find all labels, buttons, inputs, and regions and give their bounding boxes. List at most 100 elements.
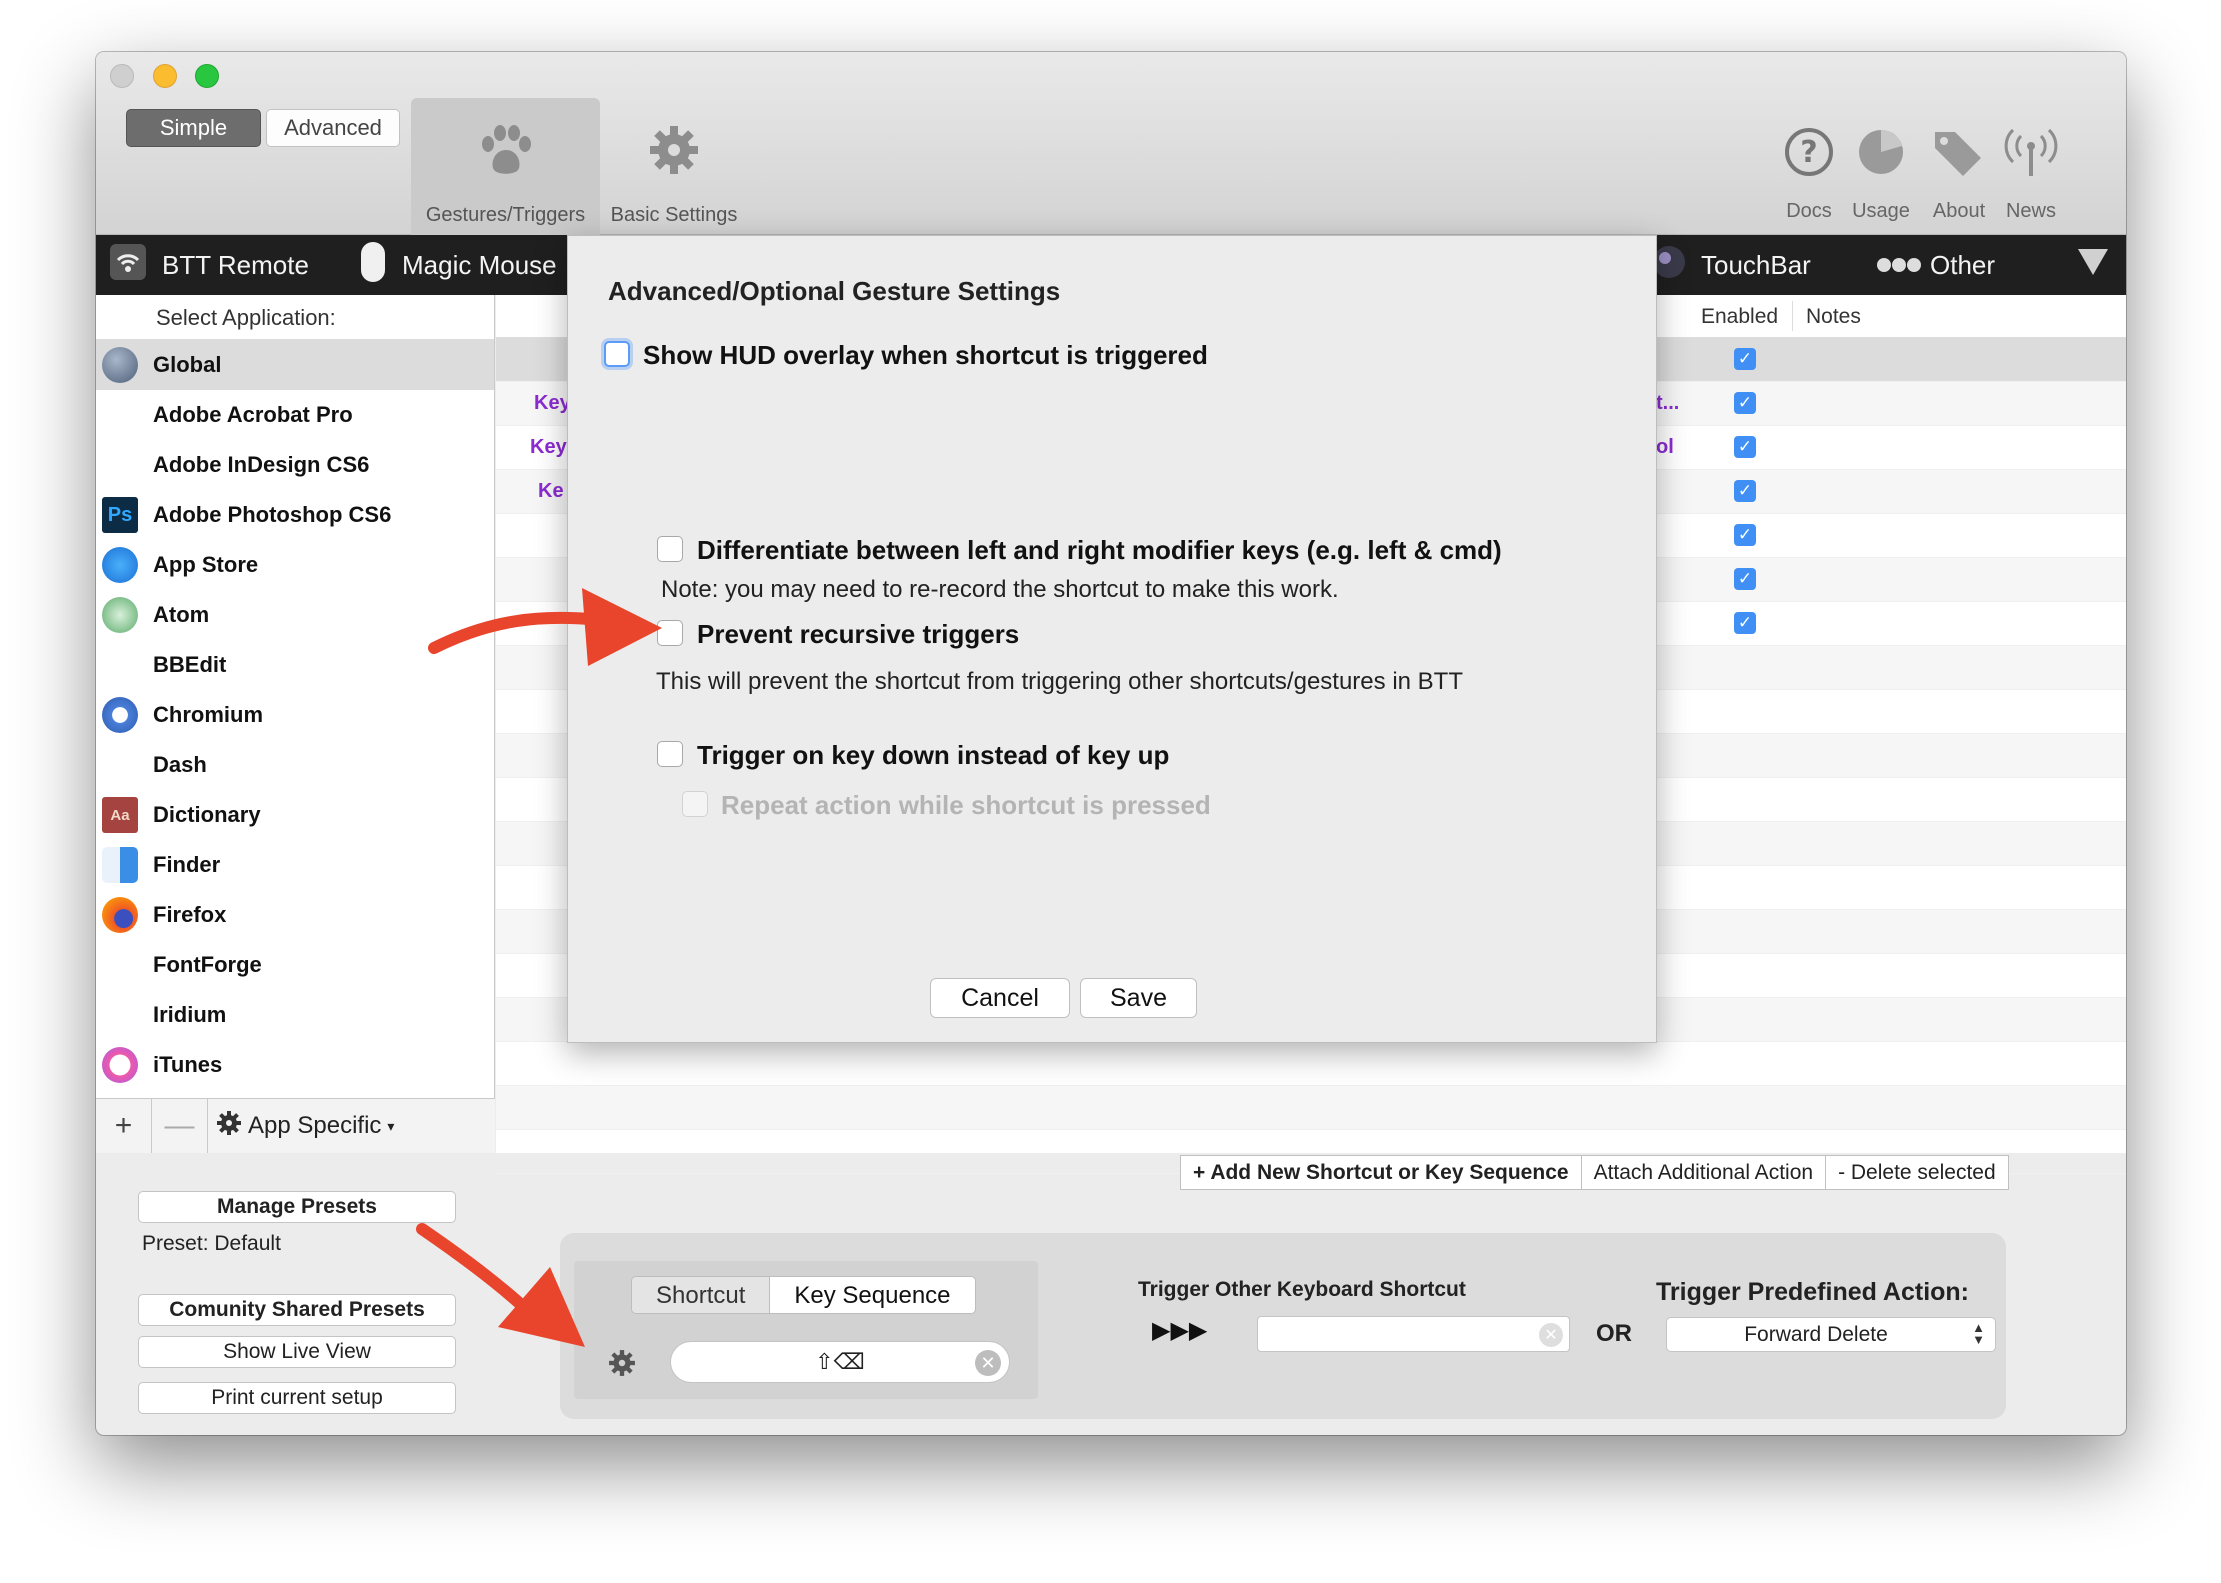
hud-overlay-checkbox[interactable]: [604, 341, 630, 367]
add-app-button[interactable]: +: [96, 1099, 152, 1153]
app-item-bbedit[interactable]: BBEdit: [96, 640, 494, 690]
app-item-itunes[interactable]: iTunes: [96, 1040, 494, 1090]
prevent-recursive-checkbox[interactable]: [657, 620, 683, 646]
app-item-dash[interactable]: Dash: [96, 740, 494, 790]
toolbar: Simple Advanced Gestures/Triggers Basic …: [96, 52, 2126, 235]
print-setup-button[interactable]: Print current setup: [138, 1382, 456, 1414]
predefined-action-value: Forward Delete: [1744, 1322, 1888, 1346]
differentiate-modifiers-checkbox[interactable]: [657, 536, 683, 562]
tab-key-sequence[interactable]: Key Sequence: [770, 1277, 975, 1313]
advanced-settings-sheet: Advanced/Optional Gesture Settings Show …: [567, 235, 1657, 1043]
app-item-app-store[interactable]: App Store: [96, 540, 494, 590]
enabled-checkbox[interactable]: ✓: [1734, 612, 1756, 634]
close-button[interactable]: [110, 64, 134, 88]
photoshop-icon: Ps: [102, 497, 138, 533]
col-notes: Notes: [1806, 305, 1861, 328]
app-item-dictionary[interactable]: Aa Dictionary: [96, 790, 494, 840]
enabled-checkbox[interactable]: ✓: [1734, 524, 1756, 546]
app-item-acrobat[interactable]: Adobe Acrobat Pro: [96, 390, 494, 440]
enabled-checkbox[interactable]: ✓: [1734, 480, 1756, 502]
trigger-other-shortcut-field[interactable]: ✕: [1257, 1316, 1570, 1352]
key-down-checkbox[interactable]: [657, 741, 683, 767]
predefined-action-select[interactable]: Forward Delete ▲ ▼: [1666, 1317, 1996, 1352]
firefox-icon: [102, 897, 138, 933]
col-enabled: Enabled: [1701, 305, 1779, 328]
repeat-action-checkbox[interactable]: [682, 791, 708, 817]
action-fragment: ol: [1656, 436, 1674, 458]
itunes-icon: [102, 1047, 138, 1083]
tab-shortcut[interactable]: Shortcut: [632, 1277, 771, 1313]
tab-magic-mouse[interactable]: Magic Mouse: [358, 235, 557, 295]
about-button[interactable]: About: [1924, 122, 1994, 223]
arrows-indicator: ▶▶▶: [1152, 1316, 1208, 1344]
predefined-action-label: Trigger Predefined Action:: [1656, 1278, 1970, 1306]
app-item-photoshop[interactable]: Ps Adobe Photoshop CS6: [96, 490, 494, 540]
globe-icon: [102, 347, 138, 383]
application-list: Select Application: Global Adobe Acrobat…: [96, 295, 495, 1153]
clear-icon[interactable]: ✕: [1539, 1323, 1563, 1347]
minimize-button[interactable]: [153, 64, 177, 88]
paw-icon: [478, 124, 534, 182]
enabled-checkbox[interactable]: ✓: [1734, 568, 1756, 590]
enabled-checkbox[interactable]: ✓: [1734, 392, 1756, 414]
usage-button[interactable]: Usage: [1846, 122, 1916, 223]
app-item-firefox[interactable]: Firefox: [96, 890, 494, 940]
manage-presets-button[interactable]: Manage Presets: [138, 1191, 456, 1223]
show-live-view-button[interactable]: Show Live View: [138, 1336, 456, 1368]
select-application-header: Select Application:: [96, 295, 494, 340]
enabled-checkbox[interactable]: ✓: [1734, 436, 1756, 458]
mode-advanced-button[interactable]: Advanced: [266, 109, 400, 147]
more-devices-button[interactable]: [2076, 235, 2110, 295]
community-presets-button[interactable]: Comunity Shared Presets: [138, 1294, 456, 1326]
app-item-fontforge[interactable]: FontForge: [96, 940, 494, 990]
trigger-fragment: Key: [530, 436, 567, 458]
prevent-recursive-label: Prevent recursive triggers: [697, 619, 1020, 649]
gear-icon: [648, 124, 700, 182]
touchbar-label: TouchBar: [1701, 249, 1811, 280]
tag-icon: [1931, 122, 1987, 182]
antenna-icon: [2003, 122, 2059, 182]
magic-mouse-label: Magic Mouse: [402, 249, 557, 280]
app-item-indesign[interactable]: Adobe InDesign CS6: [96, 440, 494, 490]
mode-simple-button[interactable]: Simple: [126, 109, 261, 147]
docs-button[interactable]: ? Docs: [1779, 122, 1839, 223]
differentiate-modifiers-label: Differentiate between left and right mod…: [697, 535, 1502, 565]
delete-selected-button[interactable]: - Delete selected: [1826, 1156, 2008, 1189]
sheet-title: Advanced/Optional Gesture Settings: [608, 276, 1061, 306]
attach-action-button[interactable]: Attach Additional Action: [1582, 1156, 1827, 1189]
cancel-button[interactable]: Cancel: [930, 978, 1070, 1018]
app-specific-menu[interactable]: App Specific ▾: [216, 1110, 394, 1143]
gear-icon[interactable]: [608, 1349, 636, 1382]
trigger-other-label: Trigger Other Keyboard Shortcut: [1138, 1278, 1466, 1301]
shortcut-type-tabs: Shortcut Key Sequence: [631, 1276, 976, 1314]
window-buttons-icon: [1876, 250, 1922, 281]
gestures-triggers-tab[interactable]: Gestures/Triggers: [411, 98, 600, 235]
remove-app-button[interactable]: —: [152, 1099, 208, 1153]
clear-shortcut-icon[interactable]: ✕: [975, 1350, 1001, 1376]
btt-remote-label: BTT Remote: [162, 249, 309, 280]
action-fragment: t...: [1656, 392, 1680, 414]
add-new-shortcut-button[interactable]: + Add New Shortcut or Key Sequence: [1181, 1156, 1582, 1189]
app-item-finder[interactable]: Finder: [96, 840, 494, 890]
finder-icon: [102, 847, 138, 883]
tab-touchbar[interactable]: TouchBar: [1651, 235, 1811, 295]
about-label: About: [1932, 200, 1986, 222]
tab-other[interactable]: Other: [1876, 235, 1995, 295]
tab-btt-remote[interactable]: BTT Remote: [108, 235, 309, 295]
app-item-chromium[interactable]: Chromium: [96, 690, 494, 740]
shortcut-recorder-field[interactable]: ⇧⌫ ✕: [670, 1341, 1010, 1383]
app-item-global[interactable]: Global: [96, 340, 494, 390]
shortcut-editor: Shortcut Key Sequence ⇧⌫ ✕ ▶▶▶ Trigger O…: [560, 1233, 2006, 1419]
triangle-down-icon: [2076, 247, 2110, 284]
save-button[interactable]: Save: [1080, 978, 1197, 1018]
app-item-iridium[interactable]: Iridium: [96, 990, 494, 1040]
remote-icon: [108, 242, 148, 289]
enabled-checkbox[interactable]: ✓: [1734, 348, 1756, 370]
app-item-atom[interactable]: Atom: [96, 590, 494, 640]
news-button[interactable]: News: [1996, 122, 2066, 223]
zoom-button[interactable]: [195, 64, 219, 88]
preset-label: Preset: Default: [142, 1232, 281, 1255]
basic-settings-tab[interactable]: Basic Settings: [604, 98, 744, 235]
app-store-icon: [102, 547, 138, 583]
application-list-footer: + — App Specific ▾: [96, 1098, 495, 1153]
